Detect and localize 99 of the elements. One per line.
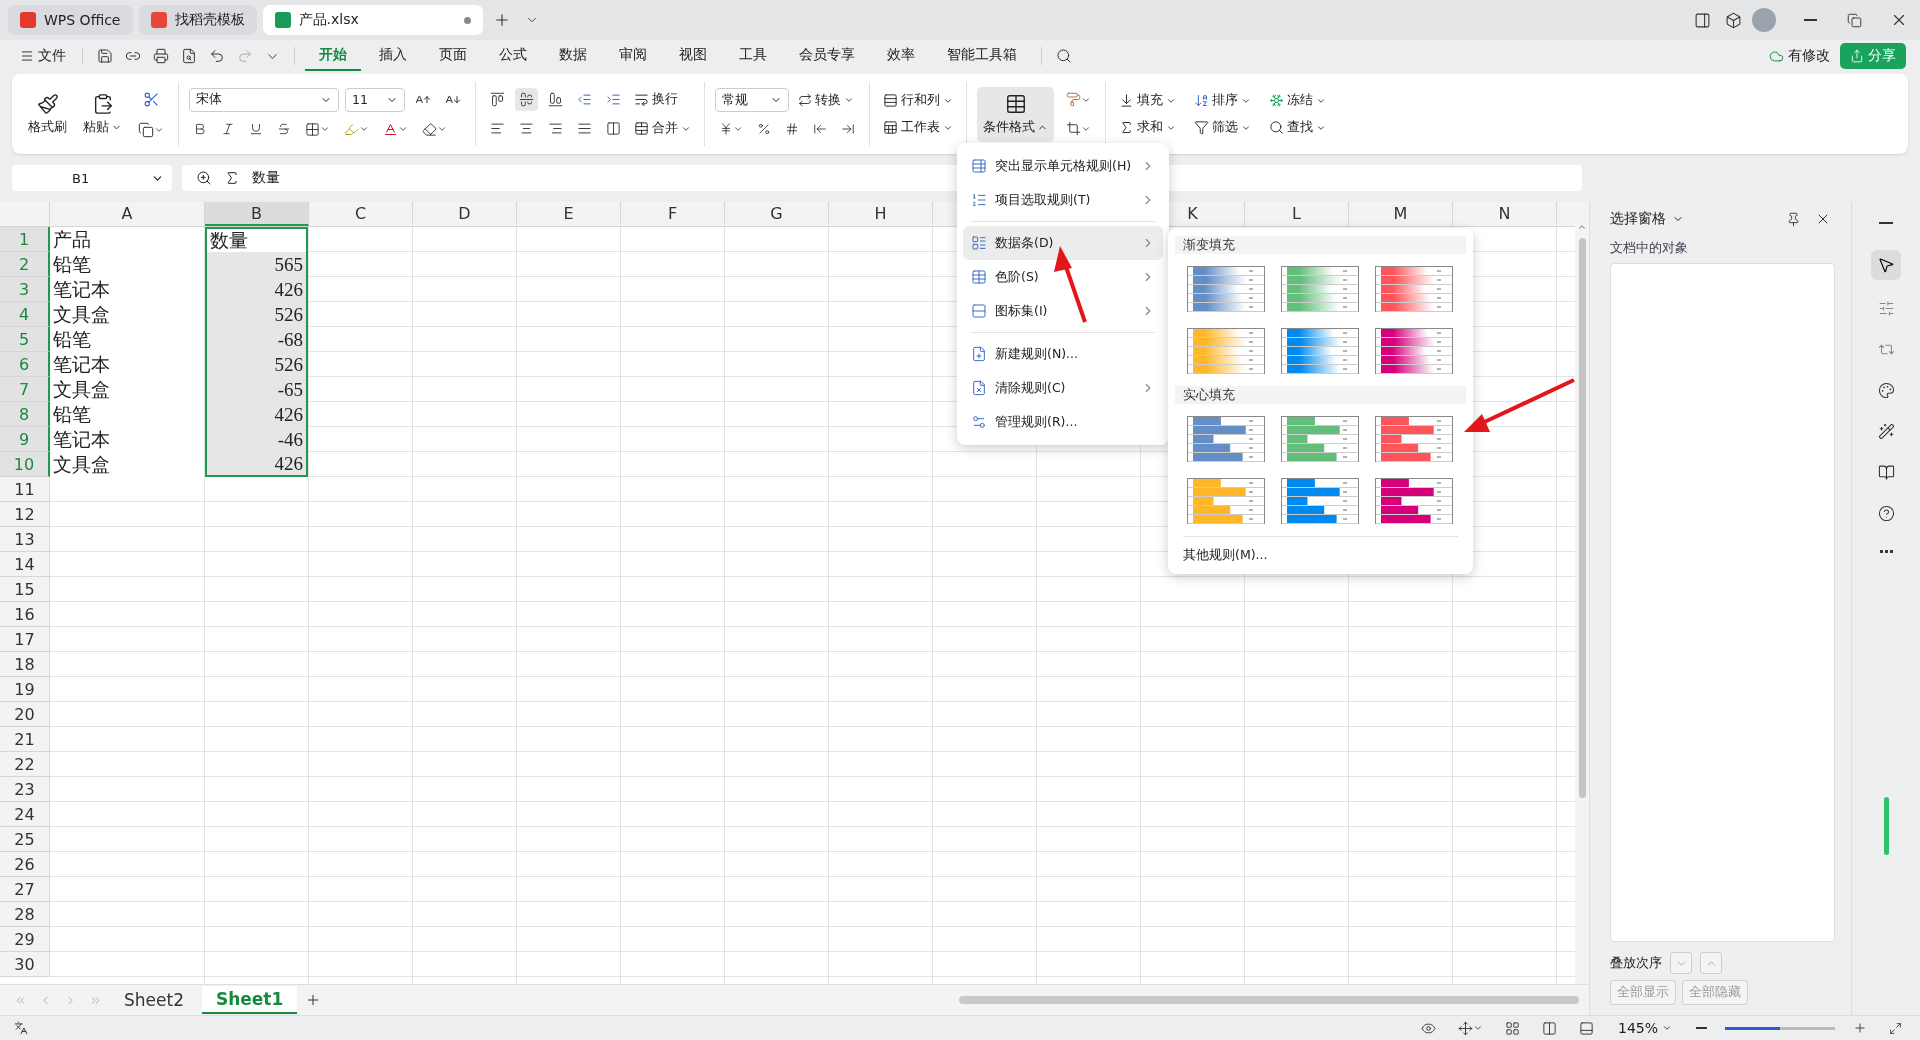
menu-item[interactable]: 新建规则(N)...: [963, 337, 1163, 371]
sum-button[interactable]: 求和: [1116, 117, 1179, 138]
table-cell: 数量: [205, 227, 308, 252]
table-cell: 铅笔: [50, 327, 204, 352]
format-painter-button[interactable]: 格式刷: [24, 90, 71, 138]
row-header[interactable]: 12: [0, 502, 50, 527]
row-header[interactable]: 15: [0, 577, 50, 602]
wrap-text-button[interactable]: 换行: [631, 89, 681, 110]
table-cell: 426: [205, 277, 308, 302]
table-cell: 文具盒: [50, 302, 204, 327]
row-header[interactable]: 25: [0, 827, 50, 852]
row-header[interactable]: 9: [0, 427, 50, 452]
row-header[interactable]: 22: [0, 752, 50, 777]
row-header[interactable]: 16: [0, 602, 50, 627]
font-size-select[interactable]: 11: [345, 87, 405, 112]
tab-label: 产品.xlsx: [298, 11, 359, 29]
table-cell: 文具盒: [50, 377, 204, 402]
row-header[interactable]: 17: [0, 627, 50, 652]
zoom-select[interactable]: 145%: [1611, 1016, 1678, 1040]
row-header[interactable]: 24: [0, 802, 50, 827]
table-cell: -46: [205, 427, 308, 452]
row-header[interactable]: 29: [0, 927, 50, 952]
menu-item[interactable]: 图标集(I): [963, 294, 1163, 328]
ribbon-tab[interactable]: 会员专享: [785, 41, 869, 71]
tab-label: 找稻壳模板: [174, 11, 245, 29]
row-header[interactable]: 23: [0, 777, 50, 802]
ribbon-tab[interactable]: 开始: [305, 41, 361, 71]
table-cell: 526: [205, 352, 308, 377]
row-header[interactable]: 28: [0, 902, 50, 927]
app-tab[interactable]: 产品.xlsx: [262, 5, 483, 35]
find-button[interactable]: 查找: [1266, 117, 1329, 138]
menu-item[interactable]: 色阶(S): [963, 260, 1163, 294]
row-header[interactable]: 30: [0, 952, 50, 977]
ribbon-tab[interactable]: 页面: [425, 41, 481, 71]
ribbon-tab[interactable]: 智能工具箱: [933, 41, 1031, 71]
filter-button[interactable]: 筛选: [1191, 117, 1254, 138]
row-header[interactable]: 11: [0, 477, 50, 502]
convert-button[interactable]: 转换: [795, 89, 857, 111]
ribbon-tab[interactable]: 效率: [873, 41, 929, 71]
table-cell: 426: [205, 452, 308, 477]
row-header[interactable]: 26: [0, 852, 50, 877]
row-header[interactable]: 4: [0, 302, 50, 327]
merge-button[interactable]: 合并: [631, 118, 694, 139]
menu-item[interactable]: 清除规则(C): [963, 371, 1163, 405]
row-header[interactable]: 10: [0, 452, 50, 477]
sync-status-button[interactable]: 有修改: [1763, 43, 1836, 69]
menu-item[interactable]: 其他规则(M)...: [1183, 536, 1458, 564]
sort-button[interactable]: 排序: [1191, 90, 1254, 111]
ribbon-tab[interactable]: 数据: [545, 41, 601, 71]
ribbon-tab[interactable]: 工具: [725, 41, 781, 71]
ribbon-tab[interactable]: 插入: [365, 41, 421, 71]
table-cell: -65: [205, 377, 308, 402]
table-cell: 565: [205, 252, 308, 277]
font-select[interactable]: 宋体: [189, 87, 339, 112]
row-header[interactable]: 20: [0, 702, 50, 727]
table-cell: 文具盒: [50, 452, 204, 477]
app-tab[interactable]: 找稻壳模板: [138, 5, 257, 35]
pane-subtitle: 文档中的对象: [1610, 240, 1690, 257]
menu-item[interactable]: 数据条(D): [963, 226, 1163, 260]
table-cell: 526: [205, 302, 308, 327]
section-title: 渐变填充: [1175, 236, 1466, 254]
tab-label: WPS Office: [44, 12, 121, 28]
row-header[interactable]: 6: [0, 352, 50, 377]
table-cell: -68: [205, 327, 308, 352]
column-header[interactable]: B: [205, 202, 309, 226]
table-cell: 产品: [50, 227, 204, 252]
row-header[interactable]: 21: [0, 727, 50, 752]
sheet-tab[interactable]: Sheet2: [110, 986, 198, 1014]
table-cell: 铅笔: [50, 252, 204, 277]
table-cell: 笔记本: [50, 352, 204, 377]
paste-button[interactable]: 粘贴: [79, 90, 126, 138]
menu-item[interactable]: 管理规则(R)...: [963, 405, 1163, 439]
number-format-select[interactable]: 常规: [715, 88, 789, 112]
table-cell: 铅笔: [50, 402, 204, 427]
table-cell: 笔记本: [50, 427, 204, 452]
ribbon-tab[interactable]: 公式: [485, 41, 541, 71]
freeze-button[interactable]: 冻结: [1266, 90, 1329, 111]
pane-title: 选择窗格: [1610, 210, 1667, 228]
row-header[interactable]: 18: [0, 652, 50, 677]
worksheet-button[interactable]: 工作表: [880, 117, 956, 138]
table-cell: 笔记本: [50, 277, 204, 302]
row-header[interactable]: 14: [0, 552, 50, 577]
conditional-format-button[interactable]: 条件格式: [977, 86, 1054, 142]
order-label: 叠放次序: [1610, 954, 1663, 972]
row-header[interactable]: 19: [0, 677, 50, 702]
app-tab[interactable]: WPS Office: [8, 5, 133, 35]
ribbon-tab[interactable]: 审阅: [605, 41, 661, 71]
file-menu[interactable]: 文件: [14, 43, 72, 69]
ribbon-tab[interactable]: 视图: [665, 41, 721, 71]
table-cell: 426: [205, 402, 308, 427]
section-title: 实心填充: [1175, 386, 1466, 404]
name-box[interactable]: B1: [12, 165, 172, 191]
row-header[interactable]: 3: [0, 277, 50, 302]
formula-text: 数量: [252, 169, 280, 187]
row-header[interactable]: 13: [0, 527, 50, 552]
sheet-tab[interactable]: Sheet1: [201, 986, 298, 1014]
row-header[interactable]: 27: [0, 877, 50, 902]
rows-columns-button[interactable]: 行和列: [880, 90, 956, 111]
fill-button[interactable]: 填充: [1116, 90, 1179, 111]
